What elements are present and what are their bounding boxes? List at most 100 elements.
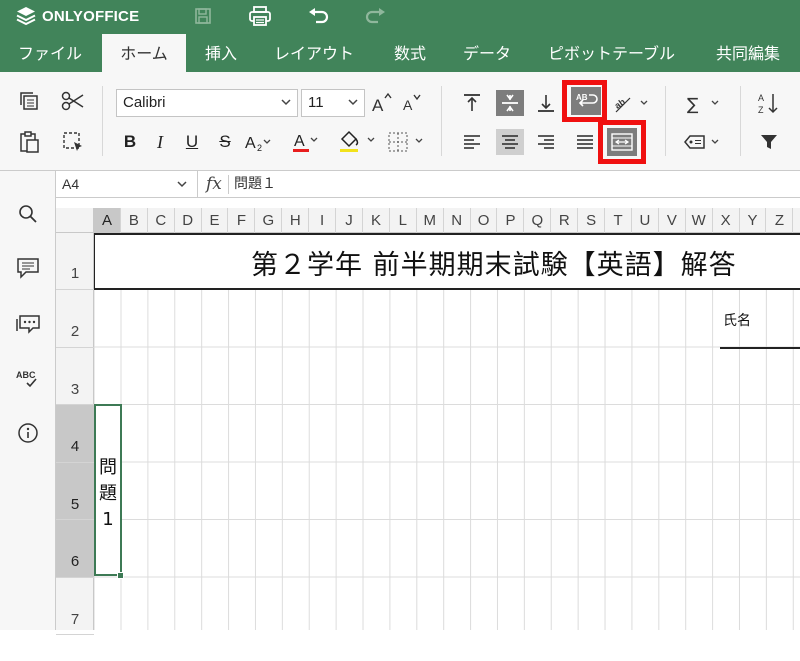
column-header: ABCDEFGHIJKLMNOPQRSTUVWXYZ (56, 208, 800, 233)
strikethrough-button[interactable]: S (211, 129, 239, 155)
print-icon[interactable] (246, 3, 274, 29)
column-header-q[interactable]: Q (524, 208, 552, 233)
column-header-t[interactable]: T (605, 208, 632, 233)
sort-ascending-button[interactable]: AZ (755, 90, 783, 116)
align-right-button[interactable] (532, 129, 560, 155)
font-name-select[interactable]: Calibri (116, 89, 298, 117)
subscript-button[interactable]: A2 (244, 129, 272, 155)
vertical-char: 問 (99, 457, 117, 478)
column-header-j[interactable]: J (336, 208, 363, 233)
row-header-7[interactable]: 7 (56, 578, 94, 635)
column-header-r[interactable]: R (551, 208, 579, 233)
tab-layout[interactable]: レイアウト (274, 34, 354, 72)
cut-button[interactable] (59, 88, 87, 114)
fill-color-button[interactable] (338, 129, 378, 155)
column-header-x[interactable]: X (713, 208, 740, 233)
column-header-c[interactable]: C (148, 208, 175, 233)
select-all-button[interactable] (59, 129, 87, 155)
column-header-m[interactable]: M (417, 208, 444, 233)
font-name-value: Calibri (123, 94, 166, 111)
spellcheck-icon[interactable]: ABC (14, 365, 42, 393)
row-header-6[interactable]: 6 (56, 520, 94, 578)
column-header-b[interactable]: B (121, 208, 148, 233)
info-icon[interactable] (14, 419, 42, 447)
column-header-f[interactable]: F (229, 208, 256, 233)
merge-cells-highlight (598, 120, 646, 164)
name-underline (720, 347, 800, 349)
borders-button[interactable] (386, 129, 426, 155)
tab-collaboration[interactable]: 共同編集 (716, 34, 780, 72)
tab-formula[interactable]: 数式 (394, 34, 426, 72)
row-header-4[interactable]: 4 (56, 405, 94, 463)
underline-button[interactable]: U (178, 129, 206, 155)
column-header-k[interactable]: K (363, 208, 390, 233)
column-header-i[interactable]: I (309, 208, 337, 233)
autosum-button[interactable]: ∑ (682, 90, 726, 116)
filter-button[interactable] (755, 129, 783, 155)
title-cell[interactable]: 第２学年 前半期期末試験【英語】解答 (94, 233, 800, 290)
spreadsheet-grid[interactable]: 第２学年 前半期期末試験【英語】解答 氏名 問 題 1 (94, 233, 800, 630)
text-orientation-button[interactable]: ab (611, 90, 651, 116)
selected-cell-text: 問 題 1 (96, 455, 120, 533)
column-header-s[interactable]: S (578, 208, 606, 233)
column-header-o[interactable]: O (471, 208, 498, 233)
column-header-a[interactable]: A (94, 208, 121, 233)
column-header-p[interactable]: P (498, 208, 525, 233)
chevron-down-icon (177, 181, 187, 188)
save-icon[interactable] (189, 3, 217, 29)
italic-button[interactable]: I (146, 129, 174, 155)
formula-input[interactable]: 問題１ (234, 171, 276, 198)
column-header-z[interactable]: Z (767, 208, 794, 233)
row-header-3[interactable]: 3 (56, 348, 94, 405)
increase-font-size-icon[interactable]: A (368, 90, 396, 116)
font-size-select[interactable]: 11 (301, 89, 365, 117)
undo-icon[interactable] (305, 3, 333, 29)
column-header-v[interactable]: V (659, 208, 686, 233)
font-color-button[interactable]: A (291, 129, 319, 155)
column-header-e[interactable]: E (202, 208, 229, 233)
align-bottom-button[interactable] (532, 90, 560, 116)
align-left-button[interactable] (458, 129, 486, 155)
chevron-down-icon (348, 90, 358, 125)
number-format-button[interactable] (682, 129, 726, 155)
column-header-d[interactable]: D (175, 208, 202, 233)
column-header-u[interactable]: U (632, 208, 659, 233)
name-box[interactable]: A4 (56, 171, 198, 198)
select-all-corner[interactable] (56, 208, 94, 233)
align-center-button[interactable] (496, 129, 524, 155)
decrease-font-size-icon[interactable]: A (397, 90, 425, 116)
search-icon[interactable] (14, 200, 42, 228)
comments-icon[interactable] (14, 254, 42, 282)
bold-button[interactable]: B (116, 129, 144, 155)
align-middle-button[interactable] (496, 90, 524, 116)
paste-button[interactable] (15, 129, 43, 155)
tab-file[interactable]: ファイル (18, 34, 82, 72)
tab-data[interactable]: データ (463, 34, 511, 72)
tab-home[interactable]: ホーム (102, 34, 186, 72)
copy-button[interactable] (15, 88, 43, 114)
column-header-w[interactable]: W (686, 208, 713, 233)
tab-pivot-table[interactable]: ピボットテーブル (548, 34, 675, 72)
column-header-g[interactable]: G (255, 208, 283, 233)
row-header-5[interactable]: 5 (56, 462, 94, 520)
vertical-char: 題 (99, 483, 117, 504)
ribbon-tab-bar: ファイル ホーム 挿入 レイアウト 数式 データ ピボットテーブル 共同編集 (0, 34, 800, 72)
column-header-h[interactable]: H (282, 208, 310, 233)
align-top-button[interactable] (458, 90, 486, 116)
tab-insert[interactable]: 挿入 (205, 34, 237, 72)
title-bar: ONLYOFFICE (0, 0, 800, 34)
justify-button[interactable] (571, 129, 599, 155)
fill-handle[interactable] (117, 572, 124, 579)
name-label-cell[interactable]: 氏名 (723, 310, 751, 330)
column-header-y[interactable]: Y (740, 208, 767, 233)
column-header-n[interactable]: N (444, 208, 471, 233)
redo-icon[interactable] (361, 3, 389, 29)
column-header-l[interactable]: L (390, 208, 417, 233)
row-header-2[interactable]: 2 (56, 290, 94, 348)
svg-text:∑: ∑ (687, 95, 699, 114)
row-header-1[interactable]: 1 (56, 233, 94, 290)
sheet-title: 第２学年 前半期期末試験【英語】解答 (251, 250, 737, 281)
insert-function-button[interactable]: fx (206, 171, 222, 197)
svg-text:A: A (372, 96, 384, 114)
chat-icon[interactable] (14, 310, 42, 338)
